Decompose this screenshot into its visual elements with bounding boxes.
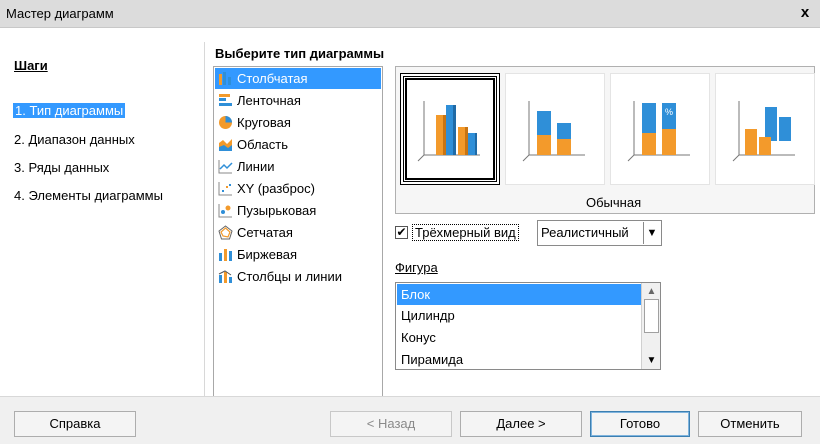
scatter-chart-icon	[218, 182, 232, 196]
type-item-bubble[interactable]: Пузырьковая	[215, 200, 381, 221]
shape-item[interactable]: Цилиндр	[397, 305, 641, 326]
variant-caption: Обычная	[586, 195, 642, 210]
type-item-column[interactable]: Столбчатая	[215, 68, 381, 89]
type-item-bar[interactable]: Ленточная	[215, 90, 381, 111]
scroll-down-icon[interactable]: ▼	[644, 353, 659, 368]
type-label: Столбчатая	[237, 71, 308, 86]
column-chart-icon	[219, 72, 231, 85]
cancel-button[interactable]: Отменить	[698, 411, 802, 437]
step-chart-type[interactable]: 1. Тип диаграммы	[13, 103, 126, 118]
type-item-stock[interactable]: Биржевая	[215, 244, 381, 265]
chart-type-heading: Выберите тип диаграммы	[215, 46, 385, 61]
type-label: Линии	[237, 159, 275, 174]
type-label: Ленточная	[237, 93, 301, 108]
chevron-down-icon[interactable]: ▼	[643, 222, 660, 244]
step-chart-elements[interactable]: 4. Элементы диаграммы	[14, 188, 163, 203]
variant-percent-stacked[interactable]: %	[610, 73, 710, 185]
percent-badge: %	[665, 107, 673, 117]
scroll-up-icon[interactable]: ▲	[644, 284, 659, 299]
type-label: Область	[237, 137, 289, 152]
steps-panel: Шаги 1. Тип диаграммы 2. Диапазон данных…	[0, 28, 200, 396]
pie-chart-icon	[219, 116, 232, 129]
shape-item[interactable]: Блок	[397, 284, 641, 305]
type-item-net[interactable]: Сетчатая	[215, 222, 381, 243]
scroll-thumb[interactable]	[644, 299, 659, 333]
scheme-select[interactable]: Реалистичный ▼	[537, 220, 662, 246]
type-label: Столбцы и линии	[237, 269, 342, 284]
bubble-chart-icon	[218, 204, 232, 218]
step-data-range[interactable]: 2. Диапазон данных	[14, 132, 135, 147]
type-label: Круговая	[237, 115, 291, 130]
dialog-body: Шаги 1. Тип диаграммы 2. Диапазон данных…	[0, 28, 820, 422]
back-button[interactable]: < Назад	[330, 411, 452, 437]
type-label: Сетчатая	[237, 225, 293, 240]
help-button[interactable]: Справка	[14, 411, 136, 437]
steps-title: Шаги	[14, 58, 48, 73]
variant-deep-icon	[732, 101, 795, 162]
variant-percent-icon: %	[627, 101, 690, 162]
panel-divider	[204, 42, 205, 396]
variant-stacked-icon	[522, 101, 585, 162]
dialog-footer: Справка < Назад Далее > Готово Отменить	[0, 396, 820, 444]
type-item-line[interactable]: Линии	[215, 156, 381, 177]
type-item-scatter[interactable]: XY (разброс)	[215, 178, 381, 199]
three-d-checkbox[interactable]: ✔	[395, 226, 408, 239]
variant-deep[interactable]	[715, 73, 815, 185]
shape-label: Фигура	[395, 260, 438, 275]
variant-normal[interactable]	[400, 73, 500, 185]
chart-variant-panel: % Обычная	[395, 66, 815, 214]
type-label: Пузырьковая	[237, 203, 317, 218]
three-d-label[interactable]: Трёхмерный вид	[412, 224, 519, 241]
finish-button[interactable]: Готово	[590, 411, 690, 437]
stock-chart-icon	[219, 249, 232, 261]
variant-stacked[interactable]	[505, 73, 605, 185]
chart-type-list[interactable]: Столбчатая Ленточная Круговая Область Ли…	[213, 66, 383, 422]
shape-item[interactable]: Пирамида	[397, 349, 641, 369]
column-line-chart-icon	[218, 270, 232, 283]
net-chart-icon	[218, 225, 233, 240]
type-label: Биржевая	[237, 247, 297, 262]
bar-chart-icon	[219, 94, 232, 106]
type-item-pie[interactable]: Круговая	[215, 112, 381, 133]
variant-normal-icon	[417, 101, 480, 162]
shape-item[interactable]: Конус	[397, 327, 641, 348]
title-bar: Мастер диаграмм x	[0, 0, 820, 28]
next-button[interactable]: Далее >	[460, 411, 582, 437]
scheme-select-value: Реалистичный	[541, 225, 629, 240]
type-item-area[interactable]: Область	[215, 134, 381, 155]
type-label: XY (разброс)	[237, 181, 315, 196]
shape-list[interactable]: Блок Цилиндр Конус Пирамида ▲ ▼	[395, 282, 661, 370]
line-chart-icon	[218, 160, 233, 174]
shape-list-scrollbar[interactable]: ▲ ▼	[641, 283, 660, 369]
close-icon[interactable]: x	[796, 3, 814, 23]
area-chart-icon	[219, 139, 232, 151]
step-data-series[interactable]: 3. Ряды данных	[14, 160, 109, 175]
type-item-column-line[interactable]: Столбцы и линии	[215, 266, 381, 287]
window-title: Мастер диаграмм	[6, 6, 114, 21]
